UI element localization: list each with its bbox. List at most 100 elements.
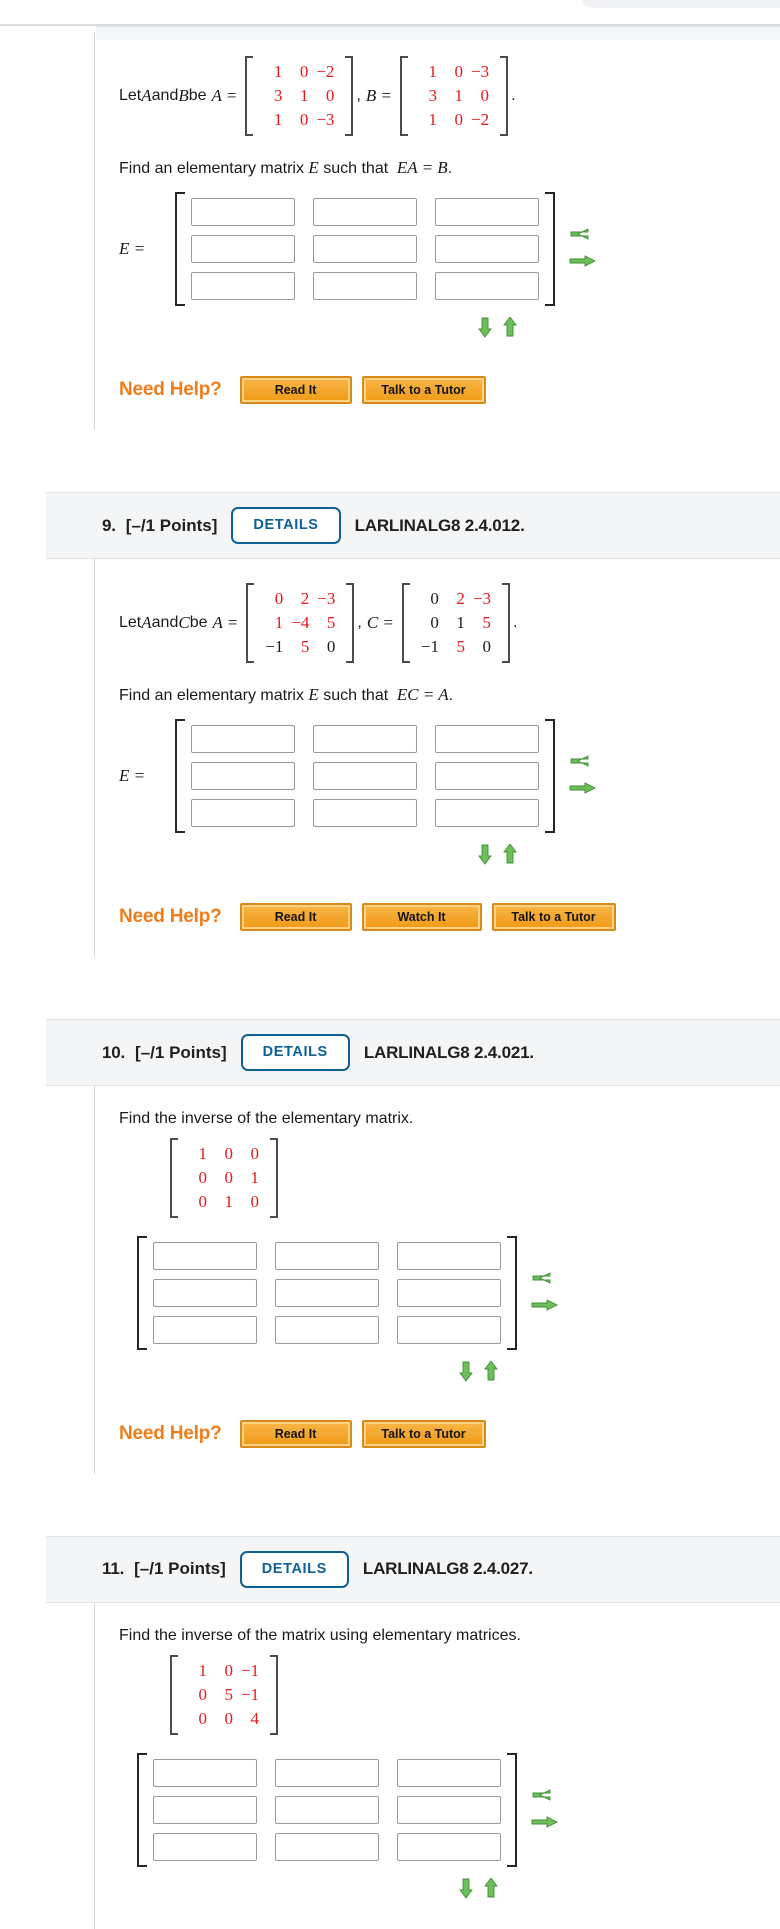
- answer-input-r1c2[interactable]: [313, 198, 417, 227]
- help-button-talk-to-a-tutor[interactable]: Talk to a Tutor: [361, 376, 486, 405]
- answer-grid-row: [191, 272, 539, 301]
- answer-input-r1c2[interactable]: [275, 1759, 379, 1787]
- arrow-left-icon[interactable]: [531, 1787, 559, 1807]
- answer-input-r2c1[interactable]: [191, 235, 295, 264]
- answer-input-r1c2[interactable]: [275, 1242, 379, 1271]
- answer-input-r1c3[interactable]: [435, 198, 539, 227]
- column-operation-arrows: [215, 316, 780, 342]
- answer-input-r2c1[interactable]: [153, 1796, 257, 1824]
- arrow-left-icon[interactable]: [531, 1270, 559, 1290]
- bracket-right-icon: [344, 56, 354, 137]
- matrix-row: 310: [415, 84, 493, 108]
- matrix-row: 1 −4 5: [261, 611, 339, 635]
- answer-input-r1c1[interactable]: [153, 1759, 257, 1787]
- answer-input-r2c2[interactable]: [313, 762, 417, 791]
- matrix-b: 0 2 −3 0 1 5 −1 5 0: [401, 582, 510, 664]
- answer-input-r2c2[interactable]: [313, 235, 417, 264]
- answer-grid-row: [153, 1316, 501, 1345]
- column-operation-arrows: [177, 1360, 780, 1386]
- answer-input-r1c1[interactable]: [191, 198, 295, 227]
- matrix-row: 010: [185, 1190, 263, 1214]
- matrix-row: 015: [417, 611, 495, 635]
- arrow-right-icon[interactable]: [531, 1814, 559, 1834]
- answer-input-r2c2[interactable]: [275, 1279, 379, 1308]
- answer-input-r3c2[interactable]: [275, 1316, 379, 1345]
- matrix-cell: 0: [224, 1167, 234, 1187]
- answer-input-r3c2[interactable]: [313, 272, 417, 301]
- answer-input-r3c3[interactable]: [435, 799, 539, 828]
- answer-input-r2c1[interactable]: [153, 1279, 257, 1308]
- answer-input-r2c3[interactable]: [397, 1796, 501, 1824]
- matrix-cell: −1: [241, 1684, 260, 1704]
- matrix-cell: 1: [273, 62, 283, 81]
- arrow-up-icon[interactable]: [502, 316, 518, 342]
- answer-input-r3c1[interactable]: [191, 799, 295, 828]
- help-button-read-it[interactable]: Read It: [239, 376, 352, 405]
- matrix-cell: 0: [299, 110, 309, 130]
- answer-input-r3c1[interactable]: [191, 272, 295, 301]
- answer-input-r1c2[interactable]: [313, 725, 417, 754]
- answer-input-r3c1[interactable]: [153, 1833, 257, 1861]
- need-help-label: Need Help?: [119, 1423, 222, 1445]
- top-rounded-panel: [580, 0, 780, 8]
- arrow-down-icon[interactable]: [458, 1878, 474, 1903]
- bracket-right-icon: [499, 56, 509, 137]
- answer-input-r1c3[interactable]: [397, 1242, 501, 1271]
- matrix-b-label: B =: [365, 86, 392, 106]
- answer-input-r3c3[interactable]: [397, 1833, 501, 1861]
- matrix-cell: 0: [430, 613, 439, 632]
- answer-input-r2c3[interactable]: [397, 1279, 501, 1308]
- matrix-row: −1 5 0: [261, 635, 339, 659]
- given-matrix-line: 100001010: [167, 1137, 780, 1222]
- help-button-read-it[interactable]: Read It: [239, 903, 352, 932]
- answer-input-r1c3[interactable]: [435, 725, 539, 754]
- matrix-cell: 0: [430, 588, 439, 608]
- matrix-cell: −2: [316, 62, 335, 81]
- matrix-cell: 0: [198, 1167, 208, 1187]
- answer-input-r3c2[interactable]: [275, 1833, 379, 1861]
- arrow-left-icon[interactable]: [569, 753, 597, 773]
- answer-input-r3c3[interactable]: [435, 272, 539, 301]
- answer-input-r2c3[interactable]: [435, 235, 539, 264]
- answer-input-r1c3[interactable]: [397, 1759, 501, 1787]
- arrow-down-icon[interactable]: [477, 844, 493, 869]
- answer-input-r3c3[interactable]: [397, 1316, 501, 1345]
- matrix-cell: 0: [454, 62, 464, 81]
- row-operation-arrows: [531, 1787, 559, 1834]
- answer-bracket-right-icon: [505, 1236, 517, 1351]
- answer-input-r3c2[interactable]: [313, 799, 417, 828]
- answer-input-r3c1[interactable]: [153, 1316, 257, 1345]
- matrix-cell: 1: [454, 86, 464, 106]
- answer-input-r1c1[interactable]: [191, 725, 295, 754]
- arrow-right-icon[interactable]: [569, 253, 597, 273]
- answer-input-r2c1[interactable]: [191, 762, 295, 791]
- answer-input-r2c3[interactable]: [435, 762, 539, 791]
- matrix-b-label: C =: [366, 613, 394, 633]
- arrow-up-icon[interactable]: [483, 1360, 499, 1386]
- arrow-down-icon[interactable]: [458, 1361, 474, 1386]
- answer-matrix: [119, 1753, 780, 1867]
- help-button-watch-it[interactable]: Watch It: [361, 903, 482, 932]
- details-button[interactable]: DETAILS: [239, 1551, 349, 1588]
- given-matrix-line: 1 0 −1 0 5 −1 0 0 4: [167, 1654, 780, 1739]
- problem-number: 11.: [102, 1559, 125, 1579]
- help-button-talk-to-a-tutor[interactable]: Talk to a Tutor: [361, 1420, 486, 1449]
- given-text-suffix: be: [189, 614, 208, 632]
- answer-grid-row: [191, 235, 539, 264]
- bracket-left-icon: [245, 56, 254, 137]
- arrow-down-icon[interactable]: [477, 317, 493, 342]
- answer-input-r1c1[interactable]: [153, 1242, 257, 1271]
- arrow-right-icon[interactable]: [569, 780, 597, 800]
- problem-code: LARLINALG8 2.4.012.: [354, 515, 525, 535]
- help-button-talk-to-a-tutor[interactable]: Talk to a Tutor: [491, 903, 616, 932]
- arrow-right-icon[interactable]: [531, 1297, 559, 1317]
- answer-input-r2c2[interactable]: [275, 1796, 379, 1824]
- help-button-read-it[interactable]: Read It: [239, 1420, 352, 1449]
- arrow-up-icon[interactable]: [502, 843, 518, 869]
- arrow-left-icon[interactable]: [569, 226, 597, 246]
- matrix-cell: 1: [273, 110, 283, 130]
- answer-matrix-label: E =: [119, 239, 146, 259]
- details-button[interactable]: DETAILS: [240, 1034, 350, 1071]
- arrow-up-icon[interactable]: [483, 1877, 499, 1903]
- details-button[interactable]: DETAILS: [231, 507, 341, 544]
